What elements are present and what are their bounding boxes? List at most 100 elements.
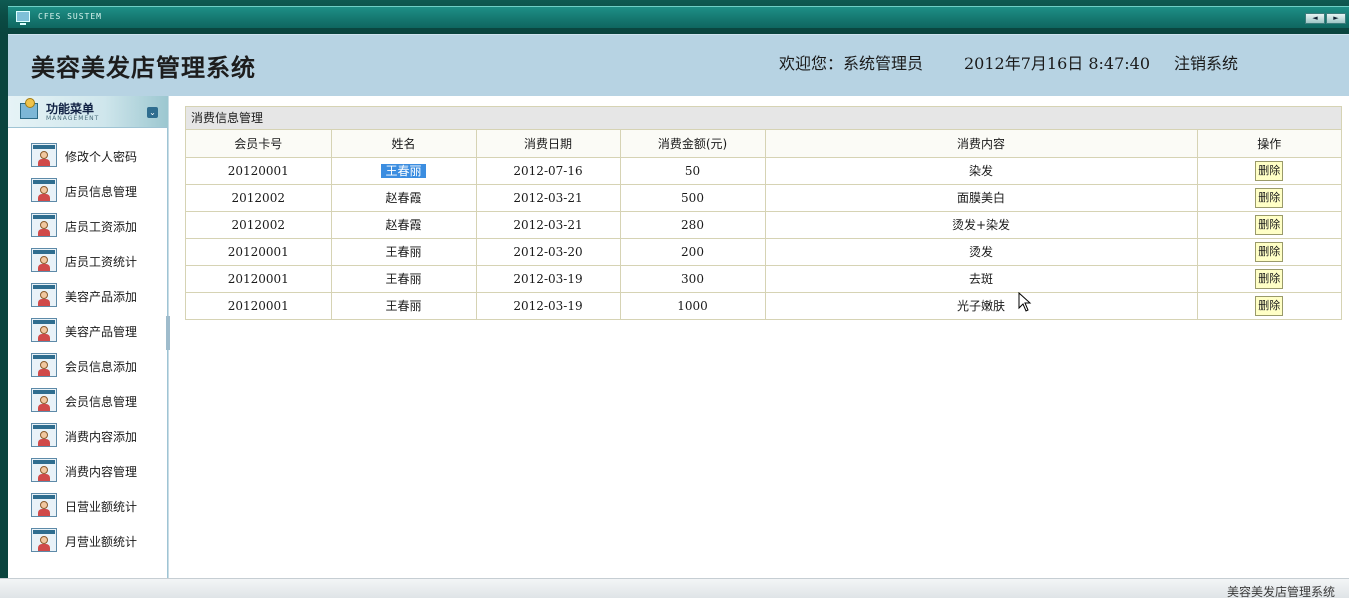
cell-name: 赵春霞 (331, 184, 477, 212)
system-title: CFES SUSTEM (38, 12, 102, 21)
sidebar-item-member-manage[interactable]: 会员信息管理 (8, 383, 168, 418)
cell-content: 面膜美白 (765, 184, 1198, 212)
cell-content: 去斑 (765, 265, 1198, 293)
col-header-name: 姓名 (331, 130, 477, 158)
status-bar: 美容美发店管理系统 (0, 578, 1349, 599)
cell-content: 烫发 (765, 238, 1198, 266)
sidebar-item-label: 店员信息管理 (65, 185, 138, 199)
cell-name: 王春丽 (331, 265, 477, 293)
system-title-bar: CFES SUSTEM ◄ ► (0, 0, 1349, 34)
sidebar-item-change-password[interactable]: 修改个人密码 (8, 138, 168, 173)
cell-card: 20120001 (186, 238, 332, 266)
scroll-right-button[interactable]: ► (1326, 13, 1346, 24)
selected-text: 王春丽 (381, 164, 426, 178)
cell-date: 2012-03-20 (476, 238, 621, 266)
sidebar-item-label: 会员信息添加 (65, 360, 138, 374)
cell-date: 2012-03-19 (476, 292, 621, 319)
cell-action: 删除 (1197, 184, 1341, 212)
user-card-icon (31, 178, 57, 202)
sidebar-item-consumption-manage[interactable]: 消费内容管理 (8, 453, 168, 488)
col-header-content: 消费内容 (765, 130, 1198, 158)
cell-amount: 500 (620, 184, 766, 212)
cell-amount: 50 (620, 157, 766, 185)
delete-button[interactable]: 删除 (1255, 160, 1284, 181)
sidebar-item-label: 修改个人密码 (65, 150, 138, 164)
mouse-pointer-icon (1018, 292, 1032, 312)
left-frame-strip (0, 34, 8, 598)
sidebar-item-member-add[interactable]: 会员信息添加 (8, 348, 168, 383)
cell-content: 光子嫩肤 (765, 292, 1198, 319)
sidebar-item-product-add[interactable]: 美容产品添加 (8, 278, 168, 313)
sidebar-item-staff-info[interactable]: 店员信息管理 (8, 173, 168, 208)
cell-date: 2012-07-16 (476, 157, 621, 185)
cell-card: 20120001 (186, 157, 332, 185)
user-card-icon (31, 248, 57, 272)
welcome-text: 欢迎您：系统管理员 (779, 54, 924, 73)
cell-action: 删除 (1197, 292, 1341, 319)
cell-date: 2012-03-19 (476, 265, 621, 293)
cell-card: 2012002 (186, 211, 332, 239)
sidebar-subtitle: MANAGEMENT (46, 115, 100, 122)
cell-name: 王春丽 (331, 292, 477, 319)
sidebar-item-label: 美容产品添加 (65, 290, 138, 304)
user-card-icon (31, 493, 57, 517)
logout-link[interactable]: 注销系统 (1174, 50, 1238, 74)
user-card-icon (31, 458, 57, 482)
sidebar-item-monthly-revenue[interactable]: 月营业额统计 (8, 523, 168, 558)
user-card-icon (31, 283, 57, 307)
delete-button[interactable]: 删除 (1255, 268, 1284, 289)
cell-action: 删除 (1197, 157, 1341, 185)
header: 美容美发店管理系统 欢迎您：系统管理员 2012年7月16日 8:47:40 注… (8, 34, 1349, 96)
user-card-icon (31, 143, 57, 167)
table-row: 20120001 王春丽 2012-07-16 50 染发 删除 (186, 157, 1341, 185)
table-header-row: 会员卡号 姓名 消费日期 消费金额(元) 消费内容 操作 (186, 130, 1341, 158)
sidebar-item-label: 店员工资统计 (65, 255, 138, 269)
scroll-left-button[interactable]: ◄ (1305, 13, 1325, 24)
sidebar-item-label: 消费内容管理 (65, 465, 138, 479)
window-title-strip: CFES SUSTEM ◄ ► (8, 6, 1349, 28)
cell-content: 染发 (765, 157, 1198, 185)
splitter-grip[interactable] (166, 316, 170, 350)
sidebar-item-label: 美容产品管理 (65, 325, 138, 339)
user-card-icon (31, 213, 57, 237)
cell-action: 删除 (1197, 238, 1341, 266)
cell-name: 赵春霞 (331, 211, 477, 239)
cell-date: 2012-03-21 (476, 184, 621, 212)
consumption-panel: 消费信息管理 会员卡号 姓名 消费日期 消费金额(元) 消费内容 操作 2012… (185, 106, 1342, 320)
delete-button[interactable]: 删除 (1255, 295, 1284, 316)
table-row: 20120001 王春丽 2012-03-20 200 烫发 删除 (186, 238, 1341, 266)
datetime-text: 2012年7月16日 8:47:40 (964, 54, 1151, 73)
sidebar-item-product-manage[interactable]: 美容产品管理 (8, 313, 168, 348)
app-title: 美容美发店管理系统 (31, 53, 256, 82)
cell-action: 删除 (1197, 211, 1341, 239)
table-row: 2012002 赵春霞 2012-03-21 500 面膜美白 删除 (186, 184, 1341, 212)
delete-button[interactable]: 删除 (1255, 214, 1284, 235)
user-card-icon (31, 318, 57, 342)
cell-card: 2012002 (186, 184, 332, 212)
menu-home-icon (20, 98, 38, 119)
sidebar-item-label: 月营业额统计 (65, 535, 138, 549)
cell-date: 2012-03-21 (476, 211, 621, 239)
footer-text: 美容美发店管理系统 (1226, 585, 1335, 599)
delete-button[interactable]: 删除 (1255, 187, 1284, 208)
cell-amount: 1000 (620, 292, 766, 319)
sidebar-item-label: 日营业额统计 (65, 500, 138, 514)
sidebar-item-salary-add[interactable]: 店员工资添加 (8, 208, 168, 243)
delete-button[interactable]: 删除 (1255, 241, 1284, 262)
cell-name: 王春丽 (331, 157, 477, 185)
sidebar-item-consumption-add[interactable]: 消费内容添加 (8, 418, 168, 453)
cell-card: 20120001 (186, 265, 332, 293)
sidebar-item-salary-stats[interactable]: 店员工资统计 (8, 243, 168, 278)
cell-name: 王春丽 (331, 238, 477, 266)
cell-amount: 200 (620, 238, 766, 266)
user-card-icon (31, 528, 57, 552)
col-header-card: 会员卡号 (186, 130, 332, 158)
sidebar-item-label: 消费内容添加 (65, 430, 138, 444)
collapse-chevron-icon[interactable]: ⌄ (147, 107, 158, 118)
col-header-date: 消费日期 (476, 130, 621, 158)
table-row: 20120001 王春丽 2012-03-19 1000 光子嫩肤 删除 (186, 292, 1341, 319)
sidebar-item-label: 会员信息管理 (65, 395, 138, 409)
sidebar: 功能菜单 MANAGEMENT ⌄ 修改个人密码 店员信息管理 店员工资添加 店… (8, 96, 168, 578)
cell-content: 烫发+染发 (765, 211, 1198, 239)
sidebar-item-daily-revenue[interactable]: 日营业额统计 (8, 488, 168, 523)
